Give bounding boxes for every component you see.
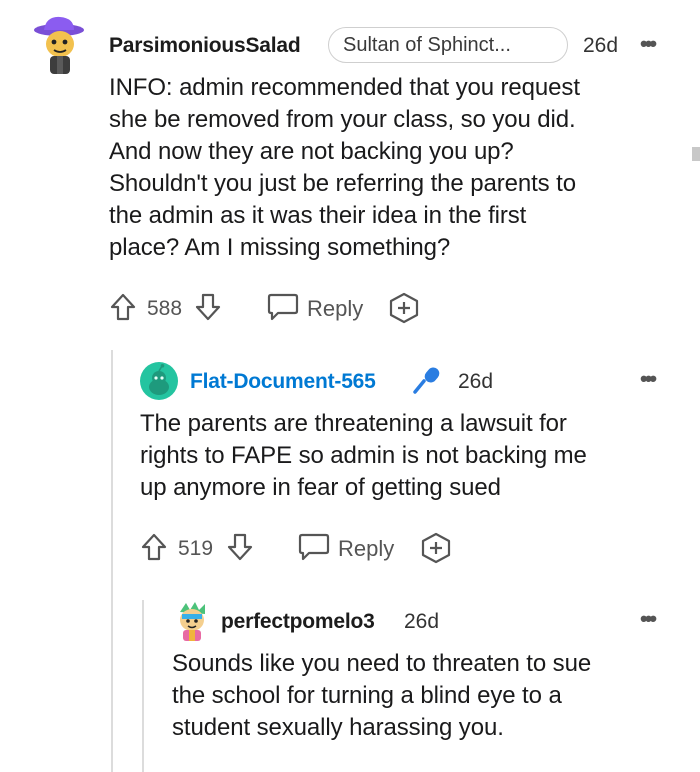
- vote-count: 519: [178, 537, 214, 560]
- comment-line: the admin as it was their idea in the fi…: [109, 202, 527, 229]
- avatar-icon: [34, 16, 84, 74]
- comment-line: Shouldn't you just be referring the pare…: [109, 170, 576, 197]
- reply-bubble-icon: [298, 533, 330, 561]
- comment-age: 26d: [404, 610, 440, 633]
- comment-author[interactable]: ParsimoniousSalad: [109, 34, 301, 58]
- downvote-icon[interactable]: [226, 532, 254, 562]
- comment-body: Sounds like you need to threaten to sue …: [172, 648, 692, 744]
- comment-line: Sounds like you need to threaten to sue: [172, 650, 592, 677]
- comment-line: place? Am I missing something?: [109, 234, 451, 261]
- comment-author[interactable]: Flat-Document-565: [190, 370, 376, 394]
- user-flair-text: Sultan of Sphinct...: [343, 33, 511, 56]
- vote-count: 588: [147, 297, 183, 320]
- comment-line: INFO: admin recommended that you request: [109, 74, 580, 101]
- comment-line: the school for turning a blind eye to a: [172, 682, 562, 709]
- user-avatar[interactable]: [140, 362, 178, 400]
- reply-label: Reply: [307, 296, 364, 321]
- avatar-icon: [180, 602, 205, 641]
- comment-line: rights to FAPE so admin is not backing m…: [140, 442, 587, 469]
- thread-line[interactable]: [142, 600, 144, 772]
- comment-age: 26d: [583, 34, 619, 57]
- comment-line: The parents are threatening a lawsuit fo…: [140, 410, 567, 437]
- comment-age: 26d: [458, 370, 494, 393]
- scrollbar-thumb[interactable]: [692, 147, 700, 161]
- microphone-icon: [413, 367, 440, 394]
- thread-line[interactable]: [111, 350, 113, 772]
- upvote-icon[interactable]: [140, 532, 168, 562]
- more-options-icon[interactable]: •••: [640, 33, 657, 55]
- comment-line: student sexually harassing you.: [172, 714, 504, 741]
- award-icon[interactable]: [420, 532, 452, 564]
- user-avatar[interactable]: [32, 14, 88, 76]
- more-options-icon[interactable]: •••: [640, 368, 657, 390]
- award-icon[interactable]: [388, 292, 420, 324]
- comment-line: up anymore in fear of getting sued: [140, 474, 501, 501]
- upvote-icon[interactable]: [109, 292, 137, 322]
- reply-bubble-icon: [267, 293, 299, 321]
- comment-body: INFO: admin recommended that you request…: [109, 72, 689, 264]
- user-flair: Sultan of Sphinct...: [328, 27, 568, 63]
- default-avatar-icon: [149, 364, 169, 395]
- comment-line: And now they are not backing you up?: [109, 138, 514, 165]
- downvote-icon[interactable]: [194, 292, 222, 322]
- comment-author[interactable]: perfectpomelo3: [221, 610, 375, 634]
- comment-body: The parents are threatening a lawsuit fo…: [140, 408, 685, 504]
- more-options-icon[interactable]: •••: [640, 608, 657, 630]
- reply-label: Reply: [338, 536, 395, 561]
- comment-line: she be removed from your class, so you d…: [109, 106, 576, 133]
- user-avatar[interactable]: [172, 600, 212, 642]
